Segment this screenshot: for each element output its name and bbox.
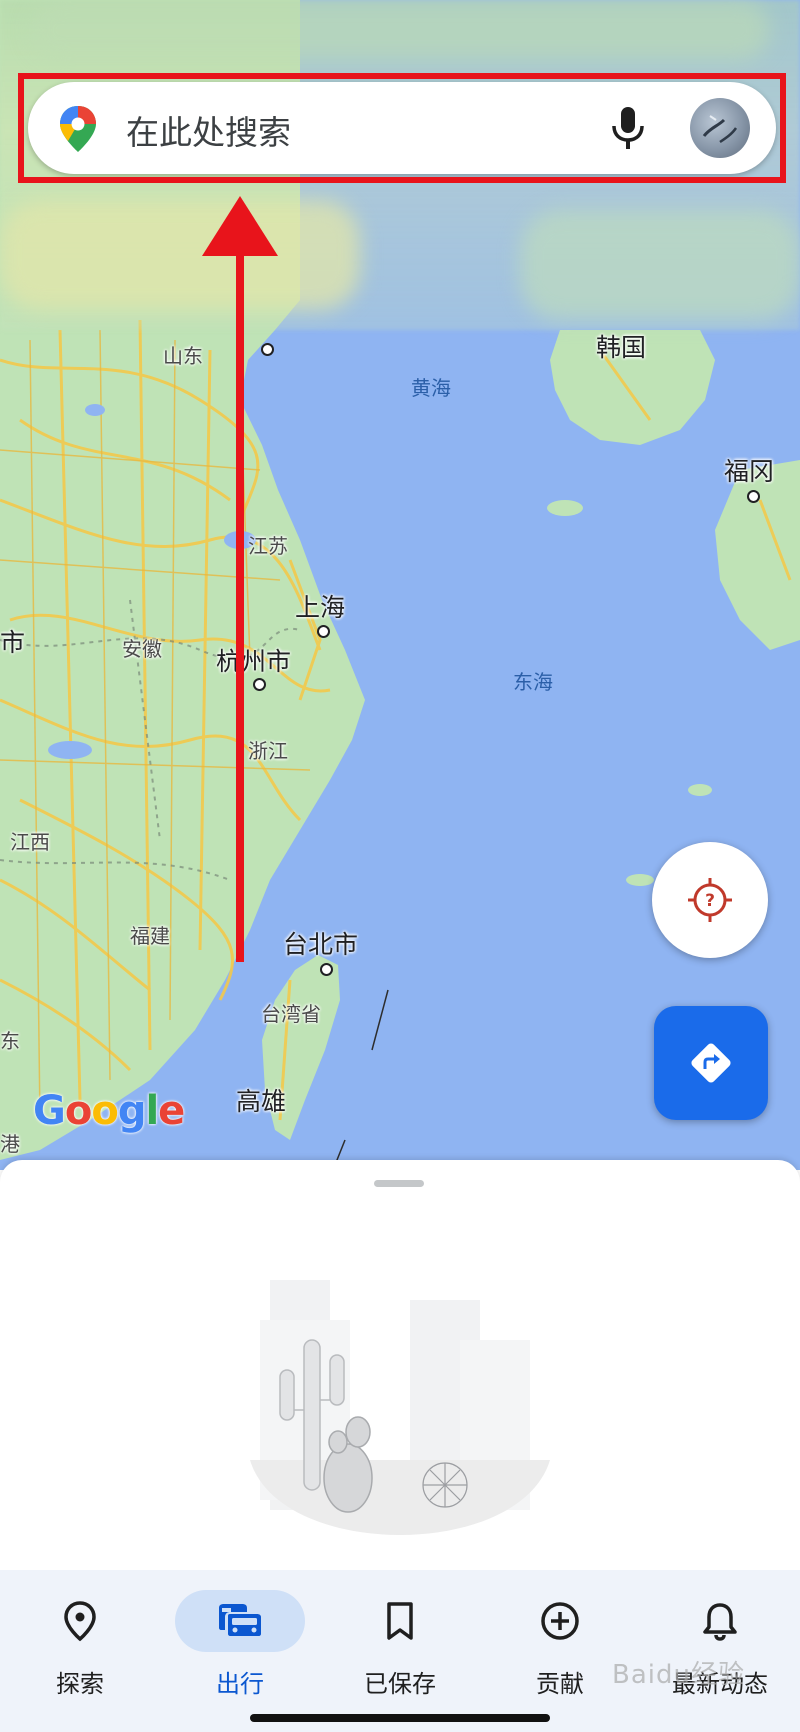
nav-icon-container — [335, 1590, 465, 1652]
google-logo: Google — [33, 1088, 185, 1134]
nav-icon-container-active — [175, 1590, 305, 1652]
nav-label-explore: 探索 — [56, 1670, 104, 1698]
commute-icon — [219, 1604, 261, 1636]
crosshair-question-icon: ? — [688, 878, 732, 922]
home-indicator[interactable] — [250, 1714, 550, 1722]
sheet-drag-handle[interactable] — [374, 1180, 424, 1187]
bell-icon — [703, 1603, 737, 1641]
nav-label-commute: 出行 — [216, 1670, 264, 1698]
map-label-edge-gang[interactable]: 港 — [0, 1128, 20, 1157]
map-label-edge-dong[interactable]: 东 — [0, 1025, 20, 1054]
bookmark-icon — [387, 1602, 413, 1640]
bottom-navigation: 探索 出行 已保存 贡献 最新动态 — [0, 1570, 800, 1732]
map-label-kaohsiung[interactable]: 高雄 — [236, 1082, 286, 1118]
nav-item-saved[interactable]: 已保存 — [320, 1582, 480, 1702]
nav-icon-container — [655, 1590, 785, 1652]
screen: 山东 黄海 韩国 福冈 江苏 上海 安徽 杭州市 东海 浙江 江西 福建 台北市… — [0, 0, 800, 1732]
location-pin-icon — [64, 1601, 96, 1642]
nav-label-saved: 已保存 — [364, 1670, 436, 1698]
nav-icon-container — [495, 1590, 625, 1652]
watermark: Baidu经验 — [612, 1660, 745, 1690]
add-circle-icon — [541, 1602, 579, 1640]
nav-item-commute[interactable]: 出行 — [160, 1582, 320, 1702]
bottom-sheet[interactable] — [0, 1160, 800, 1570]
empty-state-illustration — [250, 1280, 550, 1535]
directions-icon — [691, 1043, 731, 1083]
svg-text:?: ? — [705, 891, 715, 911]
nav-icon-container — [15, 1590, 145, 1652]
directions-button[interactable] — [654, 1006, 768, 1120]
nav-item-explore[interactable]: 探索 — [0, 1582, 160, 1702]
my-location-button[interactable]: ? — [652, 842, 768, 958]
map-label-taiwan[interactable]: 台湾省 — [261, 998, 321, 1027]
